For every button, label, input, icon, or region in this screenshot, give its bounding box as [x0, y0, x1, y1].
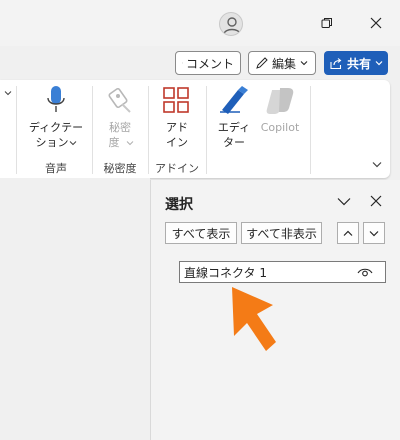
- group-label-add-ins: アドイン: [155, 162, 199, 175]
- copilot-button[interactable]: Copilot: [256, 84, 304, 154]
- pane-options-button[interactable]: [335, 192, 353, 210]
- selection-item-name: 直線コネクタ 1: [184, 265, 267, 280]
- close-icon: [370, 195, 382, 207]
- comment-label: コメント: [185, 56, 234, 71]
- chevron-down-icon[interactable]: [4, 90, 12, 96]
- add-ins-label-line1: アド: [166, 121, 188, 134]
- eye-icon[interactable]: [357, 267, 373, 278]
- document-area[interactable]: [0, 178, 150, 440]
- ribbon-separator: [16, 86, 17, 174]
- chevron-down-icon: [126, 141, 134, 146]
- chevron-down-icon: [337, 197, 351, 205]
- chevron-down-icon: [375, 61, 383, 66]
- ribbon-separator: [206, 86, 207, 174]
- add-ins-icon: [163, 87, 189, 113]
- close-icon: [370, 17, 382, 29]
- add-ins-label-line2: イン: [166, 136, 188, 149]
- group-label-sensitivity: 秘密度: [103, 162, 137, 175]
- ribbon-separator: [148, 86, 149, 174]
- ribbon-separator: [92, 86, 93, 174]
- dictate-label-line2: ション: [35, 136, 69, 149]
- share-icon: [330, 57, 342, 69]
- person-icon: [223, 17, 241, 35]
- microphone-icon: [47, 86, 65, 112]
- copilot-icon: [266, 88, 294, 114]
- chevron-down-icon: [369, 230, 379, 236]
- dictate-button[interactable]: ディクテー ション: [24, 84, 88, 154]
- selection-pane: 選択 すべて表示 すべて非表示 直線コネクタ 1: [150, 180, 400, 440]
- restore-button[interactable]: [312, 8, 342, 38]
- sensitivity-label-line2: 度: [108, 136, 120, 149]
- group-label-voice: 音声: [45, 162, 67, 175]
- pencil-icon: [256, 57, 268, 69]
- comment-icon: [182, 62, 183, 64]
- sensitivity-label-line1: 秘密: [109, 121, 131, 134]
- editing-mode-label: 編集: [272, 56, 297, 71]
- pane-close-button[interactable]: [367, 192, 385, 210]
- chevron-down-icon: [300, 61, 308, 66]
- account-avatar[interactable]: [219, 12, 243, 36]
- chevron-down-icon[interactable]: [372, 161, 382, 168]
- word-window: コメント 編集 共有 ディクテー ション 音声 秘密 度 秘密度 アド イン ア…: [0, 0, 400, 440]
- dictate-label-line1: ディクテー: [28, 121, 84, 134]
- hide-all-button[interactable]: すべて非表示: [241, 222, 322, 244]
- editor-button[interactable]: エディ ター: [214, 84, 254, 154]
- sensitivity-icon: [108, 87, 131, 113]
- selection-pane-title: 選択: [165, 197, 193, 213]
- editor-label-line1: エディ: [217, 121, 251, 134]
- send-backward-button[interactable]: [363, 222, 385, 244]
- add-ins-button[interactable]: アド イン: [156, 84, 198, 154]
- editor-label-line2: ター: [223, 136, 245, 149]
- chevron-down-icon: [69, 141, 77, 146]
- chevron-up-icon: [343, 230, 353, 236]
- bring-forward-button[interactable]: [337, 222, 359, 244]
- editing-mode-button[interactable]: 編集: [248, 51, 316, 75]
- sensitivity-button[interactable]: 秘密 度: [98, 84, 142, 154]
- comment-button[interactable]: コメント: [175, 51, 241, 75]
- share-button[interactable]: 共有: [324, 51, 388, 75]
- copilot-label: Copilot: [260, 121, 300, 134]
- ribbon-separator: [310, 86, 311, 174]
- close-window-button[interactable]: [361, 8, 391, 38]
- show-all-button[interactable]: すべて表示: [165, 222, 237, 244]
- title-bar: [0, 0, 400, 46]
- selection-list-item[interactable]: 直線コネクタ 1: [179, 261, 386, 283]
- editor-icon: [220, 86, 248, 114]
- share-label: 共有: [346, 56, 371, 71]
- restore-icon: [321, 18, 332, 28]
